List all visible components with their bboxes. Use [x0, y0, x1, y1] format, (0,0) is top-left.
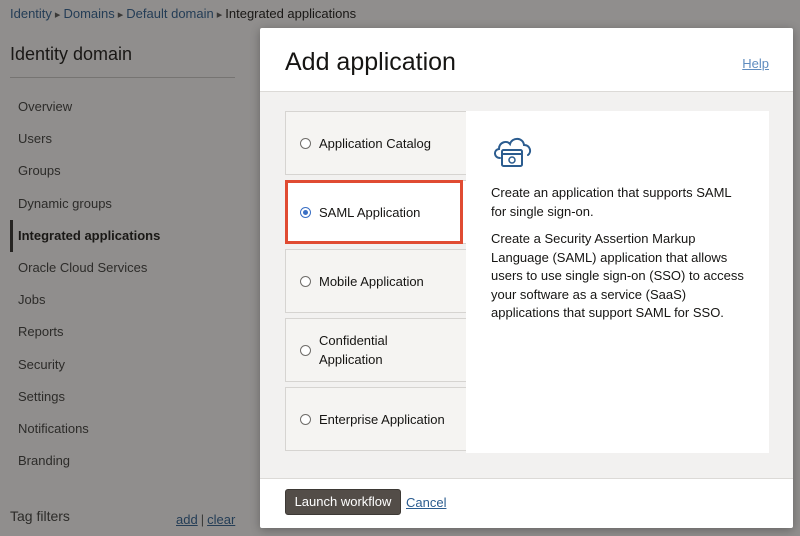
option-label: Application Catalog	[319, 135, 432, 151]
option-label: Confidential Application	[319, 333, 388, 367]
radio-button[interactable]	[300, 137, 311, 149]
help-link[interactable]: Help	[742, 56, 769, 71]
option-label: Enterprise Application	[319, 411, 445, 427]
cancel-link[interactable]: Cancel	[406, 495, 446, 510]
selection-highlight-box	[285, 180, 463, 244]
option-enterprise-application[interactable]: Enterprise Application	[285, 387, 466, 451]
option-confidential-application[interactable]: Confidential Application	[285, 318, 466, 382]
application-type-options: Application Catalog SAML Application Mob…	[285, 111, 466, 456]
dialog-footer: Launch workflow Cancel	[260, 479, 793, 528]
option-detail-panel: Create an application that supports SAML…	[466, 111, 769, 453]
launch-workflow-button[interactable]: Launch workflow	[285, 489, 401, 515]
radio-button[interactable]	[300, 413, 311, 425]
dialog-body: Application Catalog SAML Application Mob…	[260, 92, 793, 479]
detail-description: Create a Security Assertion Markup Langu…	[491, 231, 744, 320]
radio-button[interactable]	[300, 275, 311, 287]
detail-summary: Create an application that supports SAML…	[491, 185, 732, 219]
add-application-dialog: Add application Help Application Catalog…	[260, 28, 793, 528]
option-application-catalog[interactable]: Application Catalog	[285, 111, 466, 175]
radio-button[interactable]	[300, 344, 311, 356]
dialog-title: Add application	[285, 48, 456, 76]
option-mobile-application[interactable]: Mobile Application	[285, 249, 466, 313]
dialog-header: Add application Help	[260, 28, 793, 92]
cloud-app-icon	[494, 137, 532, 167]
option-label: Mobile Application	[319, 273, 424, 289]
